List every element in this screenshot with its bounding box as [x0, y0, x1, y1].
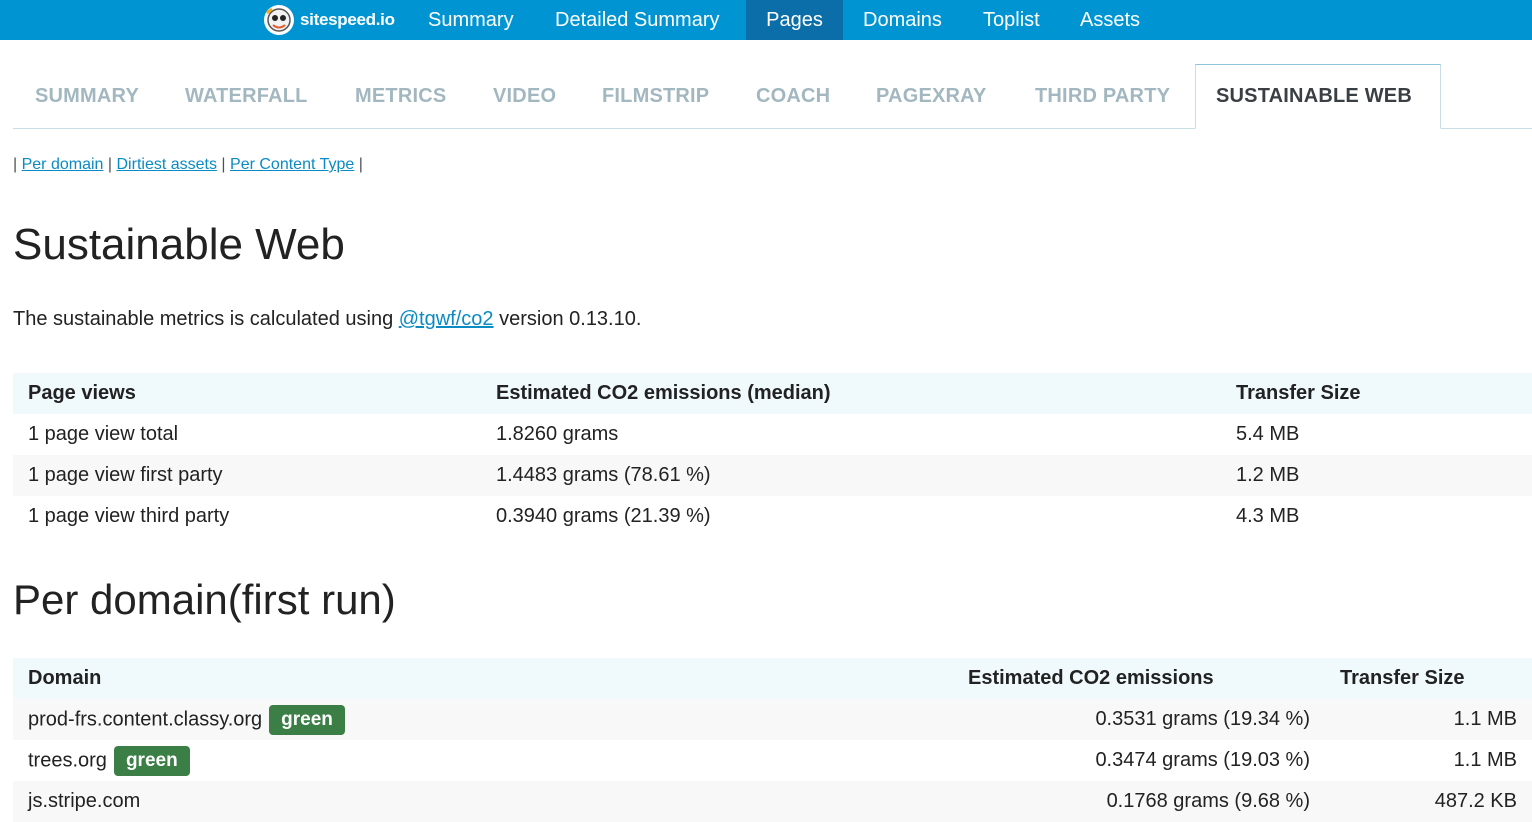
table-row: js.stripe.com 0.1768 grams (9.68 %) 487.… — [13, 781, 1532, 822]
cell-domain: prod-frs.content.classy.org green — [13, 699, 953, 740]
co2-library-link[interactable]: @tgwf/co2 — [399, 308, 494, 330]
per-domain-table: Domain Estimated CO2 emissions Transfer … — [13, 658, 1532, 822]
intro-text: The sustainable metrics is calculated us… — [13, 308, 641, 331]
green-host-badge: green — [113, 745, 190, 776]
table-header-row: Page views Estimated CO2 emissions (medi… — [13, 373, 1532, 414]
separator: | — [107, 156, 113, 173]
section-anchor-links: | Per domain | Dirtiest assets | Per Con… — [13, 156, 363, 174]
table-row: 1 page view total 1.8260 grams 5.4 MB — [13, 414, 1532, 455]
nav-summary[interactable]: Summary — [428, 0, 514, 40]
cell-co2: 1.4483 grams (78.61 %) — [481, 455, 1221, 496]
tab-third-party[interactable]: THIRD PARTY — [1035, 64, 1170, 129]
co2-summary-table: Page views Estimated CO2 emissions (medi… — [13, 373, 1532, 537]
cell-co2: 0.3474 grams (19.03 %) — [1095, 749, 1310, 771]
tab-video[interactable]: VIDEO — [493, 64, 556, 129]
nav-pages[interactable]: Pages — [746, 0, 843, 40]
brand[interactable]: sitespeed.io — [262, 0, 395, 40]
tab-sustainable-web[interactable]: SUSTAINABLE WEB — [1195, 64, 1441, 129]
cell-co2: 0.3531 grams (19.34 %) — [953, 699, 1325, 740]
link-per-domain[interactable]: Per domain — [22, 156, 104, 173]
table-row: trees.org green 0.3474 grams (19.03 %) 1.… — [13, 740, 1532, 781]
col-header-transfer-size: Transfer Size — [1221, 373, 1532, 414]
col-header-transfer-size: Transfer Size — [1325, 658, 1532, 699]
cell-size: 1.1 MB — [1453, 749, 1517, 771]
nav-domains[interactable]: Domains — [863, 0, 942, 40]
cell-size: 4.3 MB — [1236, 505, 1300, 527]
col-header-co2: Estimated CO2 emissions — [953, 658, 1325, 699]
cell-label: 1 page view third party — [28, 505, 230, 527]
top-nav-bar: sitespeed.io Summary Detailed Summary Pa… — [0, 0, 1532, 40]
table-row: prod-frs.content.classy.org green 0.3531 … — [13, 699, 1532, 740]
domain-name: trees.org — [28, 748, 107, 771]
link-per-content-type[interactable]: Per Content Type — [230, 156, 354, 173]
cell-size: 1.2 MB — [1221, 455, 1532, 496]
table-header-row: Domain Estimated CO2 emissions Transfer … — [13, 658, 1532, 699]
col-header-page-views: Page views — [13, 373, 481, 414]
col-header-co2: Estimated CO2 emissions (median) — [481, 373, 1221, 414]
tab-metrics[interactable]: METRICS — [355, 64, 446, 129]
cell-co2: 1.8260 grams — [496, 423, 619, 445]
col-header-domain: Domain — [13, 658, 953, 699]
tab-pagexray[interactable]: PAGEXRAY — [876, 64, 987, 129]
cell-label: 1 page view first party — [13, 455, 481, 496]
intro-after: version 0.13.10. — [493, 308, 642, 330]
cell-domain: js.stripe.com — [13, 781, 953, 822]
sitespeed-logo-icon — [264, 5, 294, 35]
separator: | — [13, 156, 18, 173]
cell-label: 1 page view total — [28, 423, 179, 445]
table-row: 1 page view first party 1.4483 grams (78… — [13, 455, 1532, 496]
cell-domain: trees.org green — [13, 740, 953, 781]
table-row: 1 page view third party 0.3940 grams (21… — [13, 496, 1532, 537]
tab-coach[interactable]: COACH — [756, 64, 830, 129]
tab-summary[interactable]: SUMMARY — [35, 64, 139, 129]
domain-name: prod-frs.content.classy.org — [28, 707, 263, 730]
page-tabs: SUMMARY WATERFALL METRICS VIDEO FILMSTRI… — [13, 64, 1532, 129]
brand-name: sitespeed.io — [300, 10, 395, 29]
intro-before: The sustainable metrics is calculated us… — [13, 308, 399, 330]
cell-size: 1.1 MB — [1325, 699, 1532, 740]
tab-filmstrip[interactable]: FILMSTRIP — [602, 64, 709, 129]
cell-co2: 0.3940 grams (21.39 %) — [496, 505, 711, 527]
per-domain-title: Per domain(first run) — [13, 576, 396, 623]
green-host-badge: green — [269, 704, 345, 735]
separator: | — [221, 156, 226, 173]
cell-co2: 0.1768 grams (9.68 %) — [953, 781, 1325, 822]
page-title: Sustainable Web — [13, 220, 345, 269]
cell-size: 5.4 MB — [1236, 423, 1300, 445]
separator: | — [358, 156, 363, 173]
nav-assets[interactable]: Assets — [1080, 0, 1140, 40]
cell-size: 487.2 KB — [1325, 781, 1532, 822]
nav-detailed-summary[interactable]: Detailed Summary — [555, 0, 720, 40]
link-dirtiest-assets[interactable]: Dirtiest assets — [117, 156, 217, 173]
nav-toplist[interactable]: Toplist — [983, 0, 1040, 40]
tab-waterfall[interactable]: WATERFALL — [185, 64, 308, 129]
domain-name: js.stripe.com — [28, 790, 141, 812]
